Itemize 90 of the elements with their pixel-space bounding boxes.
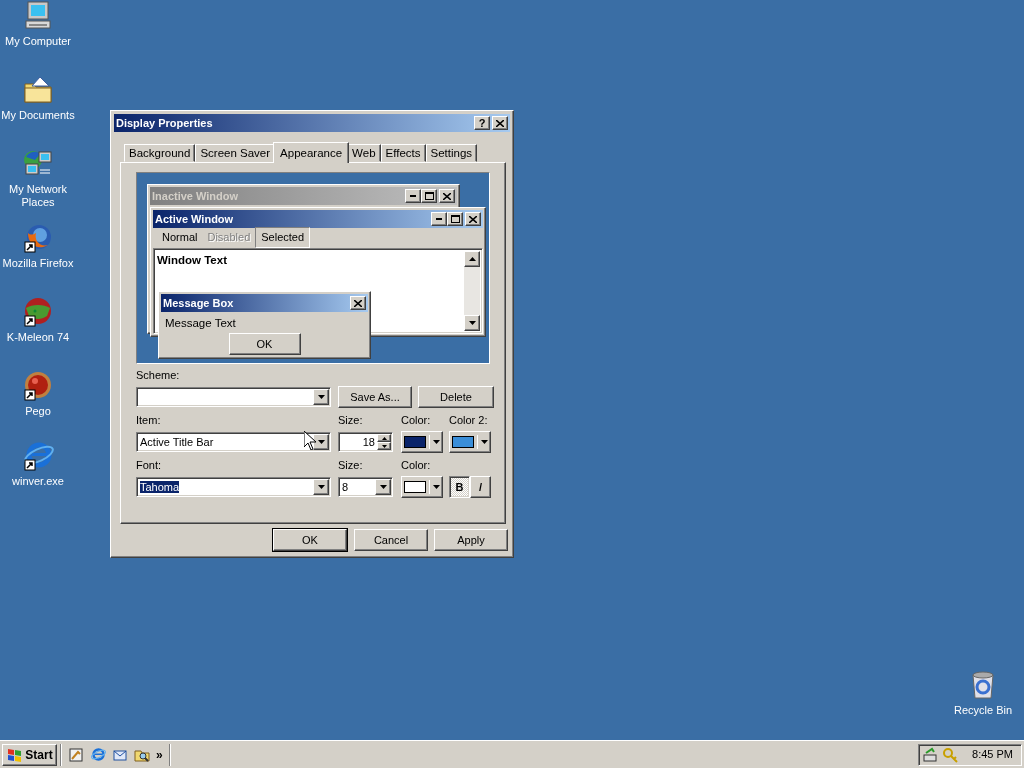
help-button[interactable]: ? [474, 116, 490, 130]
caret-icon [481, 440, 488, 444]
field-value: Tahoma [140, 480, 180, 493]
close-icon [354, 299, 362, 307]
color-button[interactable] [449, 431, 491, 453]
clock: 8:45 PM [972, 747, 1013, 763]
caret-icon [433, 485, 440, 489]
cancel-button[interactable]: Cancel [354, 529, 428, 551]
icon-label[interactable]: My Network Places [0, 183, 76, 209]
icon-label[interactable]: winver.exe [12, 475, 64, 488]
apply-button[interactable]: Apply [434, 529, 508, 551]
field-label: Font: [136, 459, 163, 473]
minimize-icon [410, 194, 416, 198]
delete-button[interactable]: Delete [418, 386, 494, 408]
close-icon [443, 192, 451, 200]
field-value: 18 [362, 435, 375, 448]
key-icon [942, 746, 958, 763]
dropdown-button[interactable] [313, 434, 329, 450]
tab[interactable]: Appearance [273, 142, 350, 163]
field-label: Color: [401, 414, 432, 428]
field-label: Size: [338, 459, 364, 473]
maximize-icon [424, 192, 434, 200]
browser-icon [90, 746, 106, 763]
icon-label[interactable]: Pego [25, 405, 51, 418]
spin-up-button[interactable] [377, 434, 391, 442]
more-button[interactable]: » [153, 745, 166, 764]
field-label: Size: [338, 414, 364, 428]
up-arrow-icon [381, 436, 387, 440]
caret-icon [317, 485, 325, 489]
icon-label[interactable]: K-Meleon 74 [6, 331, 70, 344]
windows-logo-icon [6, 747, 23, 762]
font-size-dropdown[interactable]: 8 [338, 477, 393, 497]
minimize-button[interactable] [405, 189, 421, 203]
caret-icon [317, 440, 325, 444]
tab[interactable]: Settings [425, 144, 478, 162]
tab[interactable]: Effects [380, 144, 426, 162]
cursor-icon [304, 431, 316, 450]
start-button[interactable]: Start [2, 743, 57, 766]
scheme-dropdown[interactable] [136, 387, 331, 407]
field-label: Color 2: [449, 414, 489, 428]
up-arrow-icon [468, 257, 476, 261]
down-arrow-icon [381, 444, 387, 448]
tab[interactable]: Web [347, 144, 381, 162]
ok-button[interactable]: OK [228, 333, 301, 356]
field-label: Item: [136, 414, 162, 428]
message-text: Message Text [164, 316, 237, 331]
close-button[interactable] [350, 296, 366, 310]
item-dropdown[interactable]: Active Title Bar [136, 432, 331, 452]
spin-down-button[interactable] [377, 442, 391, 450]
tab[interactable]: Screen Saver [195, 144, 276, 162]
color-button[interactable] [401, 476, 443, 498]
close-icon [496, 119, 504, 127]
close-button[interactable] [492, 116, 508, 130]
window-title: Active Window [155, 211, 235, 227]
close-button[interactable] [439, 189, 455, 203]
color-button[interactable] [401, 431, 443, 453]
icon-label[interactable]: Recycle Bin [953, 704, 1013, 717]
down-arrow-icon [468, 321, 476, 325]
caret-icon [433, 440, 440, 444]
font-dropdown[interactable]: Tahoma [136, 477, 331, 497]
maximize-button[interactable] [421, 189, 437, 203]
ok-button[interactable]: OK [273, 529, 347, 551]
caret-icon [317, 395, 325, 399]
close-icon [469, 215, 477, 223]
tab[interactable]: Background [124, 144, 196, 162]
network-icon [923, 746, 939, 763]
maximize-icon [450, 215, 460, 223]
field-label: Color: [401, 459, 432, 473]
caret-icon [379, 485, 387, 489]
dropdown-button[interactable] [313, 479, 329, 495]
icon-label[interactable]: My Documents [1, 109, 75, 122]
field-value: Active Title Bar [140, 435, 214, 448]
minimize-button[interactable] [431, 212, 447, 226]
window-text: Window Text [157, 253, 227, 268]
close-button[interactable] [465, 212, 481, 226]
icon-label[interactable]: Mozilla Firefox [2, 257, 74, 270]
window-title: Inactive Window [152, 188, 240, 204]
field-label: Scheme: [136, 369, 181, 383]
dropdown-button[interactable] [313, 389, 329, 405]
window-title: Display Properties [116, 115, 214, 131]
save-as-button[interactable]: Save As... [338, 386, 412, 408]
icon-label[interactable]: My Computer [5, 35, 71, 48]
dropdown-button[interactable] [375, 479, 391, 495]
window-title: Message Box [163, 295, 235, 311]
bold-button[interactable]: B [449, 476, 470, 498]
size-spinner[interactable]: 18 [338, 432, 393, 452]
italic-button[interactable]: / [470, 476, 491, 498]
minimize-icon [436, 217, 442, 221]
field-value: 8 [342, 480, 349, 493]
maximize-button[interactable] [447, 212, 463, 226]
